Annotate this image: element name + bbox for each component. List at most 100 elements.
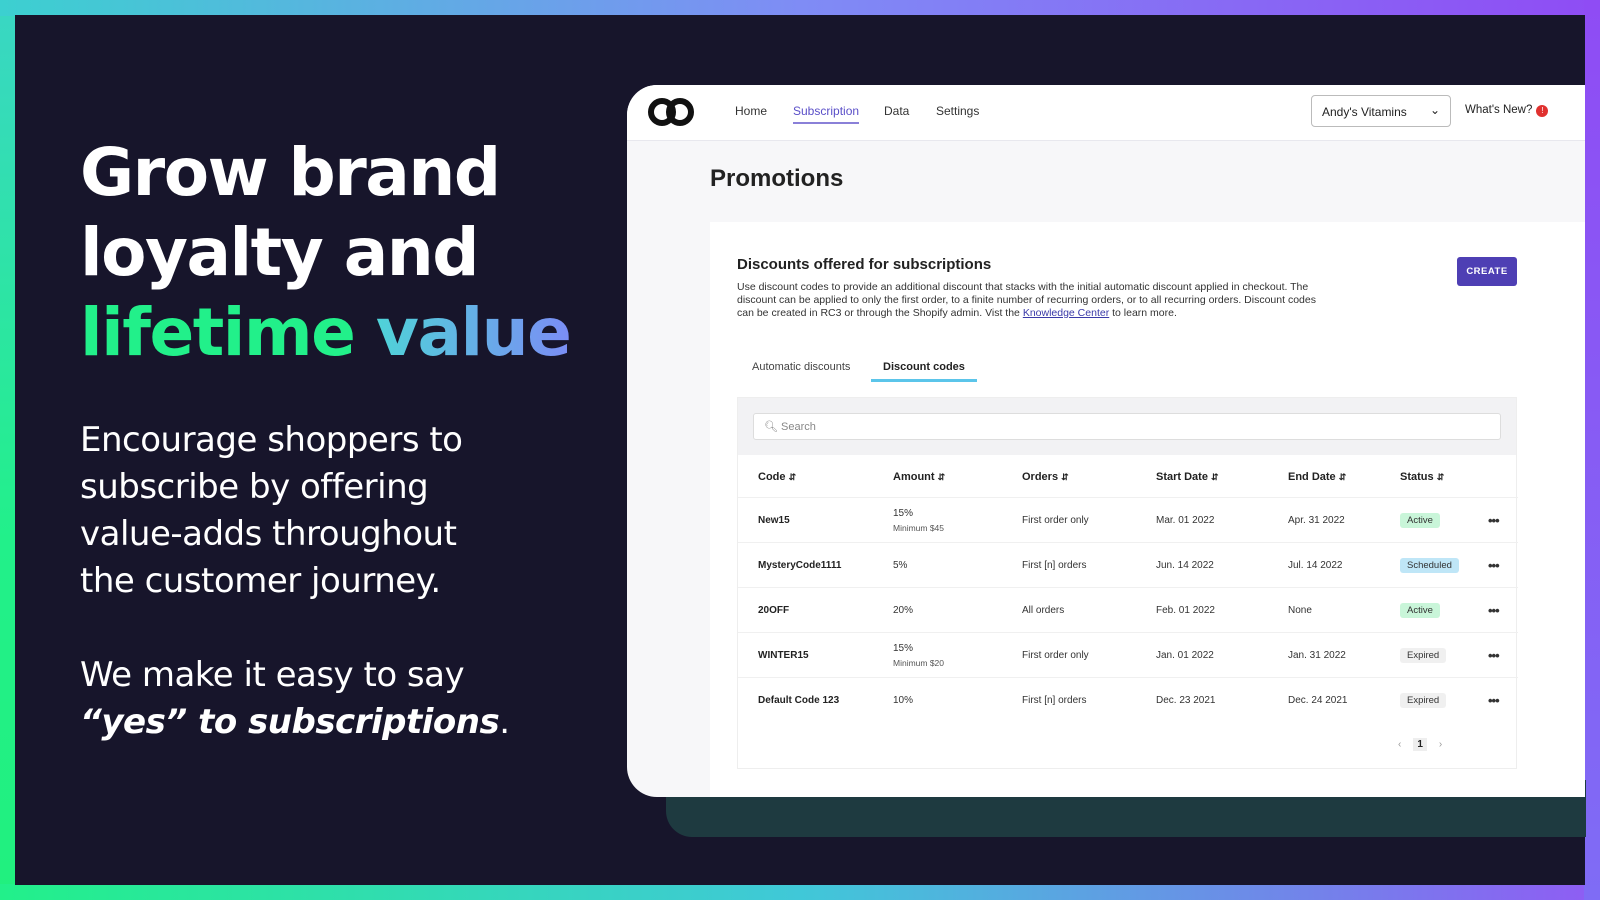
table-row[interactable]: MysteryCode1111 5% First [n] orders Jun. 14… bbox=[738, 542, 1518, 587]
more-options-icon[interactable]: ••• bbox=[1488, 633, 1500, 678]
cell-amount: 5% bbox=[893, 543, 907, 588]
cell-text: Mar. 01 2022 bbox=[1156, 515, 1215, 526]
nav-settings[interactable]: Settings bbox=[936, 104, 979, 118]
cell-amount: 20% bbox=[893, 588, 913, 633]
cell-code: Default Code 123 bbox=[758, 678, 839, 723]
discounts-card: Discounts offered for subscriptions Use … bbox=[710, 222, 1585, 797]
cell-status: Active bbox=[1400, 498, 1440, 543]
store-selector[interactable]: Andy's Vitamins ⌄ bbox=[1311, 95, 1451, 127]
more-options-icon[interactable]: ••• bbox=[1488, 543, 1500, 588]
cell-end: Jan. 31 2022 bbox=[1288, 633, 1346, 678]
column-label: Status bbox=[1400, 471, 1434, 483]
more-options-icon[interactable]: ••• bbox=[1488, 498, 1500, 543]
cell-orders: First [n] orders bbox=[1022, 543, 1086, 588]
column-header-amount[interactable]: Amount ⇵ bbox=[893, 471, 945, 483]
headline-value: value bbox=[375, 294, 572, 371]
search-placeholder: Search bbox=[781, 421, 816, 433]
cell-text: 15% bbox=[893, 508, 914, 519]
cell-code: 20OFF bbox=[758, 588, 789, 633]
cell-text: All orders bbox=[1022, 605, 1065, 616]
more-options-icon[interactable]: ••• bbox=[1488, 588, 1500, 633]
tab-discount-codes[interactable]: Discount codes bbox=[871, 361, 977, 382]
create-button[interactable]: CREATE bbox=[1457, 257, 1517, 286]
cell-text: MysteryCode1111 bbox=[758, 560, 842, 571]
cell-text: Dec. 23 2021 bbox=[1156, 695, 1216, 706]
minimum-text: Minimum $20 bbox=[893, 658, 945, 668]
cell-text: Jun. 14 2022 bbox=[1156, 560, 1214, 571]
sort-icon: ⇵ bbox=[1211, 472, 1219, 482]
whats-new-link[interactable]: What's New?! bbox=[1465, 104, 1549, 117]
cell-text: 20% bbox=[893, 605, 914, 616]
status-badge: Scheduled bbox=[1400, 558, 1459, 573]
logo-icon bbox=[648, 98, 694, 126]
cell-text: Dec. 24 2021 bbox=[1288, 695, 1348, 706]
cell-end: None bbox=[1288, 588, 1312, 633]
table-row[interactable]: Default Code 123 10% First [n] orders Dec. … bbox=[738, 677, 1518, 722]
cell-text: WINTER15 bbox=[758, 650, 809, 661]
cell-orders: First order only bbox=[1022, 633, 1089, 678]
card-description: Use discount codes to provide an additio… bbox=[737, 281, 1327, 320]
cell-amount: 15% Minimum $45 bbox=[893, 498, 944, 543]
cell-text: Jan. 31 2022 bbox=[1288, 650, 1346, 661]
cell-end: Dec. 24 2021 bbox=[1288, 678, 1348, 723]
desc-text-end: to learn more. bbox=[1109, 307, 1177, 319]
cell-end: Jul. 14 2022 bbox=[1288, 543, 1343, 588]
top-nav: Home Subscription Data Settings Andy's V… bbox=[627, 85, 1585, 141]
cell-text: 10% bbox=[893, 695, 914, 706]
cell-text: First [n] orders bbox=[1022, 560, 1087, 571]
cell-orders: First order only bbox=[1022, 498, 1089, 543]
card-title: Discounts offered for subscriptions bbox=[737, 256, 992, 273]
cell-text: First order only bbox=[1022, 515, 1089, 526]
search-input[interactable]: 🔍︎ Search bbox=[753, 413, 1501, 440]
cell-text: None bbox=[1288, 605, 1312, 616]
tagline: We make it easy to say “yes” to subscrip… bbox=[80, 652, 540, 746]
cell-start: Jan. 01 2022 bbox=[1156, 633, 1214, 678]
cell-text: New15 bbox=[758, 515, 790, 526]
table-row[interactable]: New15 15% Minimum $45 First order only Mar. … bbox=[738, 497, 1518, 542]
cell-orders: All orders bbox=[1022, 588, 1064, 633]
pagination: ‹ 1 › bbox=[1398, 738, 1442, 751]
sort-icon: ⇵ bbox=[1061, 472, 1069, 482]
column-header-end-date[interactable]: End Date ⇵ bbox=[1288, 471, 1346, 483]
column-header-status[interactable]: Status ⇵ bbox=[1400, 471, 1444, 483]
search-icon: 🔍︎ bbox=[764, 421, 778, 433]
page-1-button[interactable]: 1 bbox=[1413, 738, 1427, 751]
cell-text: Jul. 14 2022 bbox=[1288, 560, 1343, 571]
cell-code: MysteryCode1111 bbox=[758, 543, 841, 588]
cell-code: New15 bbox=[758, 498, 790, 543]
cell-status: Expired bbox=[1400, 633, 1447, 678]
cell-start: Dec. 23 2021 bbox=[1156, 678, 1216, 723]
column-label: Amount bbox=[893, 471, 935, 483]
app-screenshot: Home Subscription Data Settings Andy's V… bbox=[627, 85, 1585, 797]
column-header-code[interactable]: Code ⇵ bbox=[758, 471, 796, 483]
chevron-down-icon: ⌄ bbox=[1429, 103, 1440, 117]
table-row[interactable]: 20OFF 20% All orders Feb. 01 2022 None Active… bbox=[738, 587, 1518, 632]
discount-codes-table: 🔍︎ Search Code ⇵ Amount ⇵ Orders ⇵ Start Da… bbox=[737, 397, 1518, 769]
tab-automatic-discounts[interactable]: Automatic discounts bbox=[752, 361, 850, 379]
frame-top bbox=[0, 0, 1600, 16]
cell-start: Feb. 01 2022 bbox=[1156, 588, 1215, 633]
column-label: Start Date bbox=[1156, 471, 1208, 483]
nav-data[interactable]: Data bbox=[884, 104, 909, 118]
more-options-icon[interactable]: ••• bbox=[1488, 678, 1500, 723]
nav-subscription[interactable]: Subscription bbox=[793, 104, 860, 124]
nav-home[interactable]: Home bbox=[735, 104, 767, 118]
cell-start: Jun. 14 2022 bbox=[1156, 543, 1214, 588]
table-row[interactable]: WINTER15 15% Minimum $20 First order only Ja… bbox=[738, 632, 1518, 677]
cell-text: First order only bbox=[1022, 650, 1089, 661]
cell-code: WINTER15 bbox=[758, 633, 809, 678]
headline-line-1: Grow brand bbox=[80, 134, 501, 211]
sort-icon: ⇵ bbox=[788, 472, 797, 482]
column-label: Orders bbox=[1022, 471, 1059, 483]
cell-orders: First [n] orders bbox=[1022, 678, 1086, 723]
prev-page-button[interactable]: ‹ bbox=[1398, 739, 1401, 750]
cell-amount: 15% Minimum $20 bbox=[893, 633, 944, 678]
tagline-start: We make it easy to say bbox=[80, 655, 465, 695]
column-header-orders[interactable]: Orders ⇵ bbox=[1022, 471, 1069, 483]
column-header-start-date[interactable]: Start Date ⇵ bbox=[1156, 471, 1219, 483]
subtext-paragraph: Encourage shoppers to subscribe by offer… bbox=[80, 420, 463, 601]
knowledge-center-link[interactable]: Knowledge Center bbox=[1023, 307, 1109, 319]
sort-icon: ⇵ bbox=[1338, 472, 1347, 482]
next-page-button[interactable]: › bbox=[1439, 739, 1442, 750]
cell-text: Apr. 31 2022 bbox=[1288, 515, 1345, 526]
